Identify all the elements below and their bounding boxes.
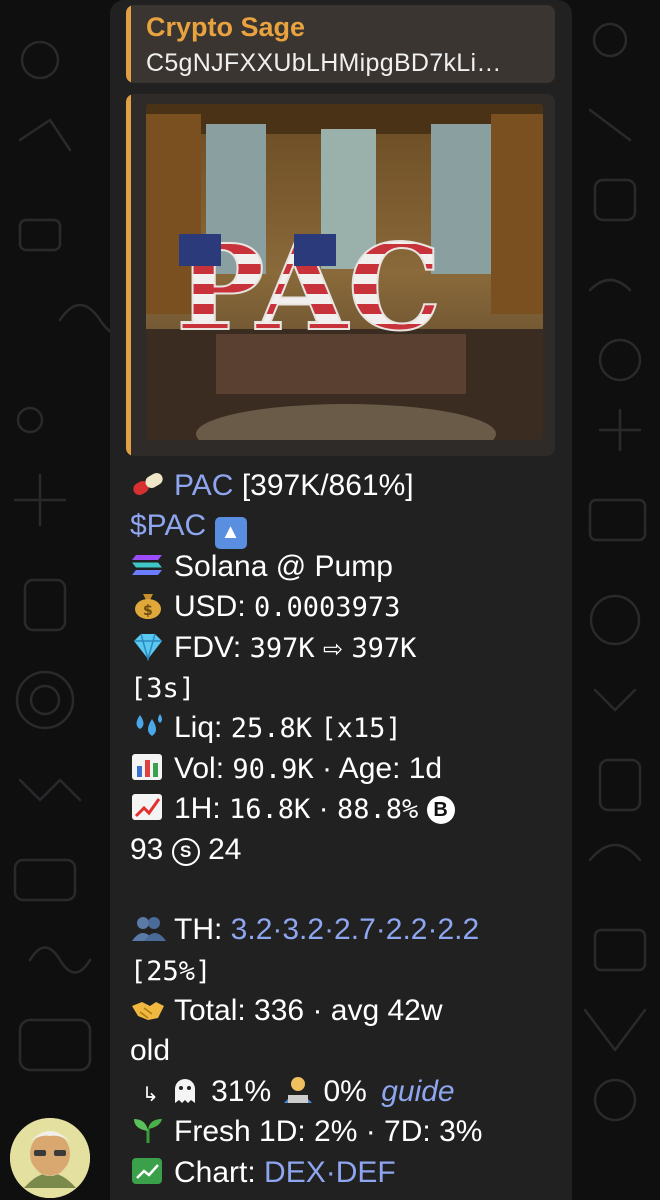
avatar[interactable] [10,1118,90,1198]
ticker-line: $PAC ▲ [130,506,562,550]
pill-icon [133,473,163,495]
usd-value: 0.0003973 [254,592,401,624]
users-icon [132,917,166,942]
total-label: Total: 336 [174,994,305,1028]
bot-avatar-art [10,1118,90,1198]
chart-yen-icon [132,1157,162,1184]
reply-accent-bar [126,5,131,83]
reply-text: C5gNJFXXUbLHMipgBD7kLi… [146,49,502,77]
fdv-line: FDV: 397K ⇨ 397K [130,628,562,668]
h1-value: 16.8K [229,794,311,826]
b-value: 93 [130,832,164,866]
liq-value: 25.8K [230,713,312,745]
media-preview[interactable]: PAC [126,94,555,456]
ticker-link[interactable]: $PAC [130,509,206,542]
liq-line: Liq: 25.8K [x15] [130,708,562,748]
age-text: · Age: 1d [322,751,443,785]
fdv-arrow: ⇨ [322,635,344,663]
th-values-link[interactable]: 3.2·3.2·2.7·2.2·2.2 [231,913,479,946]
fdv-to: 397K [351,632,417,664]
fdv-from: 397K [249,632,315,664]
guide-link[interactable]: guide [381,1075,454,1108]
total-line: Total: 336 · avg 42w [130,991,562,1031]
fresh-line: Fresh 1D: 2% · 7D: 3% [130,1112,562,1152]
vol-label: Vol: [174,751,225,785]
liq-label: Liq: [174,711,223,745]
token-header-line: PAC [397K/861%] [130,466,562,506]
bar-chart-icon [132,753,162,780]
total-avg: · avg 42w [312,994,443,1028]
gem-icon [134,633,162,661]
s-icon: S [171,837,200,866]
total-old-line: old [130,1031,562,1071]
th-pct: [25%] [130,955,212,987]
handshake-icon [132,1002,164,1021]
seedling-icon [134,1119,162,1144]
h1-sep: · [318,792,329,826]
total-old: old [130,1034,171,1068]
token-image[interactable]: PAC [146,104,543,440]
liq-mult: [x15] [320,713,402,745]
vol-line: Vol: 90.9K · Age: 1d [130,749,562,789]
chart-label: Chart: [174,1155,256,1189]
technologist-icon [283,1076,312,1103]
droplets-icon [136,714,162,737]
th-label: TH: [174,913,223,947]
h1-line-2: 93 S 24 [130,830,562,870]
token-stats: [397K/861%] [241,469,414,502]
fdv-time-line: [3s] [130,668,562,708]
media-accent-bar [126,94,131,456]
h1-label: 1H: [174,792,221,826]
trend-up-icon [132,794,162,821]
vol-value: 90.9K [232,753,314,785]
money-bag-icon: $ [135,594,161,620]
usd-label: USD: [174,590,246,624]
th-pct-line: [25%] [130,951,562,991]
up-arrow-button-icon: ▲ [214,517,247,550]
chain-text: Solana @ Pump [174,549,393,583]
chain-line: Solana @ Pump [130,547,562,587]
fdv-label: FDV: [174,630,242,664]
h1-line: 1H: 16.8K · 88.8% B [130,789,562,829]
reply-quote[interactable]: Crypto Sage C5gNJFXXUbLHMipgBD7kLi… [126,5,555,83]
solana-icon [132,554,162,575]
sub-stats-line: ↳ 31% 0% guide [130,1072,562,1112]
dev-pct: 0% [323,1074,367,1108]
chart-links[interactable]: DEX·DEF [264,1156,396,1189]
usd-line: $ USD: 0.0003973 [130,587,562,627]
fresh-text: Fresh 1D: 2% · 7D: 3% [174,1115,483,1149]
token-image-art: PAC [146,104,543,440]
ghost-icon [175,1078,196,1103]
b-icon: B [426,796,455,825]
fdv-time: [3s] [130,672,196,704]
token-symbol-link[interactable]: PAC [174,469,233,502]
svg-text:$: $ [143,603,153,619]
chart-line: Chart: DEX·DEF [130,1153,562,1193]
h1-pct: 88.8% [337,794,419,826]
reply-author: Crypto Sage [146,12,306,42]
s-value: 24 [208,832,242,866]
th-line: TH: 3.2·3.2·2.7·2.2·2.2 [130,910,562,950]
ghost-pct: 31% [211,1074,272,1108]
message-body: PAC [397K/861%] $PAC ▲ Solana @ Pump $ U… [130,466,562,1193]
sub-arrow: ↳ [142,1083,159,1106]
